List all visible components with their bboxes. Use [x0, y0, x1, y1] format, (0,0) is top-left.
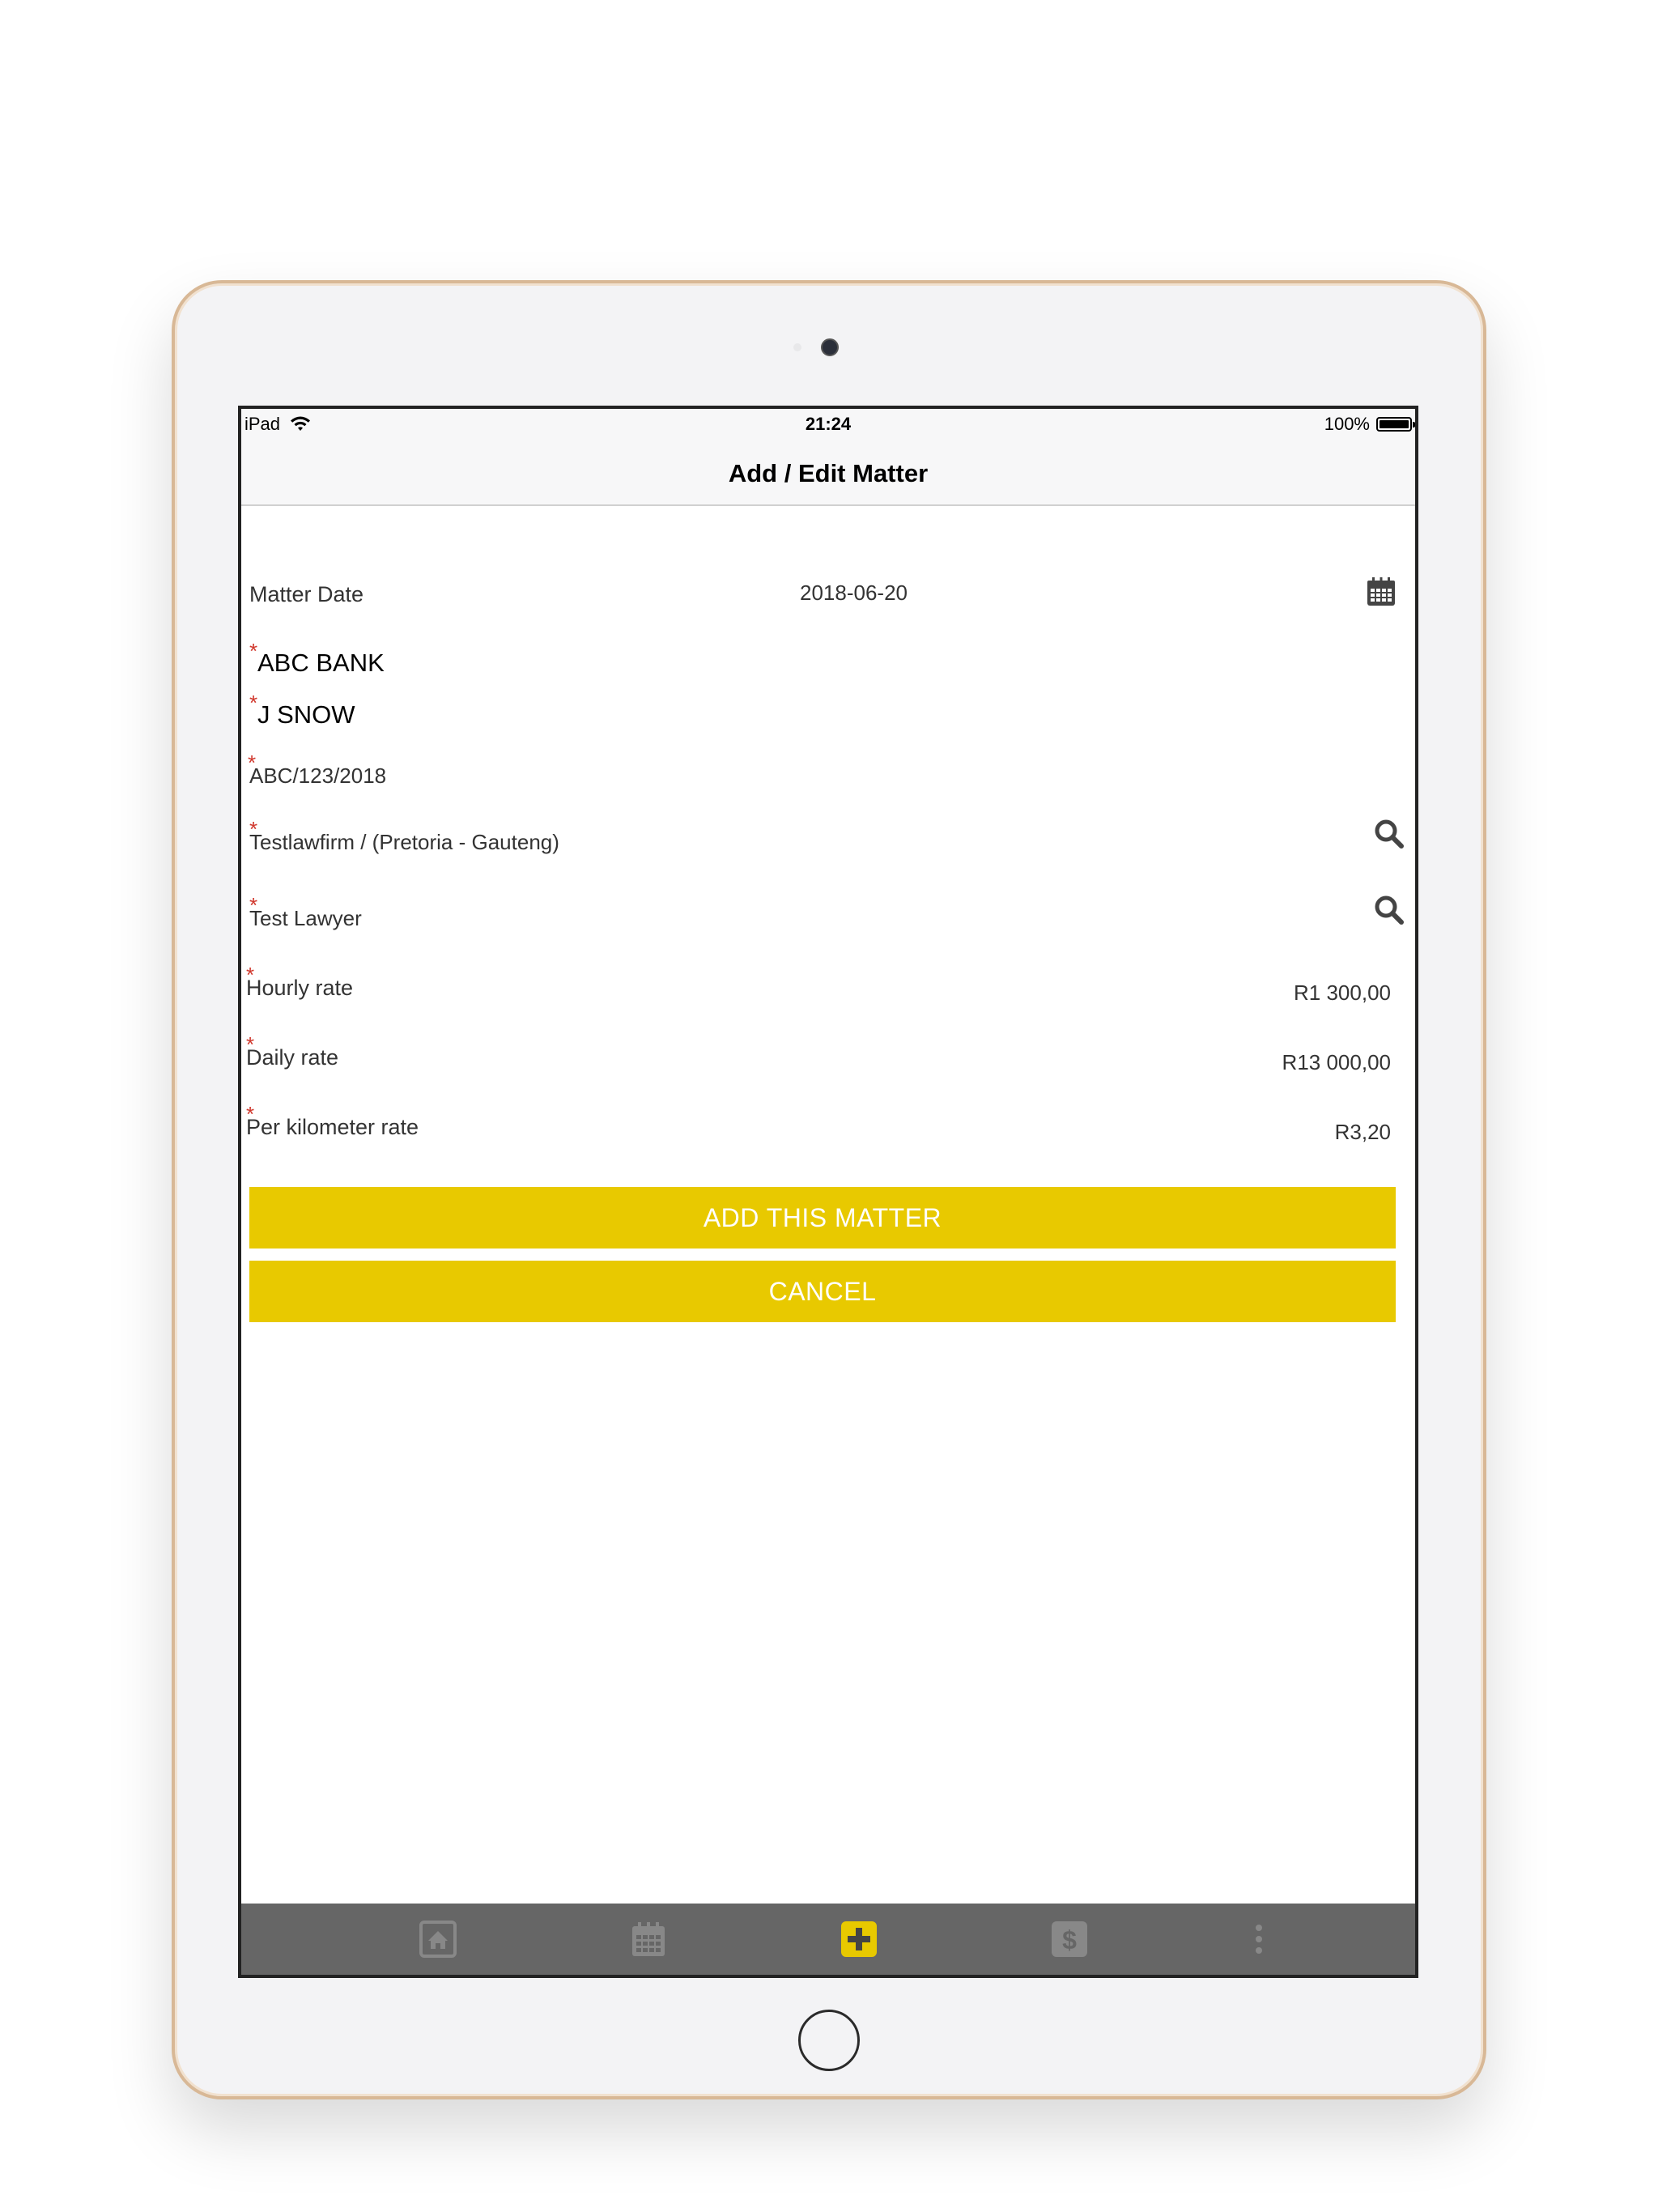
lawyer-field[interactable]: Test Lawyer	[249, 906, 362, 931]
add-icon[interactable]	[840, 1920, 878, 1959]
daily-rate-value[interactable]: R13 000,00	[1282, 1050, 1391, 1075]
client-field[interactable]: ABC BANK	[257, 649, 385, 678]
required-marker: *	[249, 691, 258, 715]
hourly-rate-label: Hourly rate	[246, 976, 354, 1000]
calendar-icon[interactable]	[629, 1920, 668, 1959]
hourly-rate-value[interactable]: R1 300,00	[1294, 981, 1391, 1006]
home-icon[interactable]	[419, 1920, 457, 1959]
home-button[interactable]	[798, 2010, 860, 2071]
reference-field[interactable]: ABC/123/2018	[249, 764, 386, 789]
contact-field[interactable]: J SNOW	[257, 700, 355, 730]
battery-percent: 100%	[1324, 414, 1370, 434]
navigation-bar: Add / Edit Matter	[241, 438, 1415, 506]
search-icon[interactable]	[1373, 818, 1405, 850]
matter-date-label: Matter Date	[249, 582, 364, 606]
status-bar: iPad 21:24 100%	[241, 409, 1415, 438]
battery-icon	[1376, 417, 1415, 432]
front-camera	[821, 338, 839, 356]
matter-date-value[interactable]: 2018-06-20	[800, 581, 908, 606]
tab-bar: $	[241, 1904, 1415, 1975]
cancel-button[interactable]: CANCEL	[249, 1261, 1396, 1322]
dollar-icon[interactable]: $	[1050, 1920, 1089, 1959]
add-matter-button[interactable]: ADD THIS MATTER	[249, 1187, 1396, 1249]
required-marker: *	[249, 639, 258, 663]
status-time: 21:24	[805, 414, 852, 434]
screen: iPad 21:24 100% Add / Edit Matter Matter…	[238, 406, 1418, 1978]
front-sensor	[793, 343, 801, 351]
svg-text:$: $	[1062, 1925, 1077, 1955]
calendar-icon[interactable]	[1365, 576, 1397, 608]
km-rate-value[interactable]: R3,20	[1335, 1120, 1391, 1145]
daily-rate-label: Daily rate	[246, 1045, 339, 1070]
page-title: Add / Edit Matter	[728, 459, 929, 487]
km-rate-label: Per kilometer rate	[246, 1115, 419, 1139]
more-icon[interactable]	[1239, 1920, 1278, 1959]
law-firm-field[interactable]: Testlawfirm / (Pretoria - Gauteng)	[249, 830, 559, 855]
search-icon[interactable]	[1373, 894, 1405, 926]
